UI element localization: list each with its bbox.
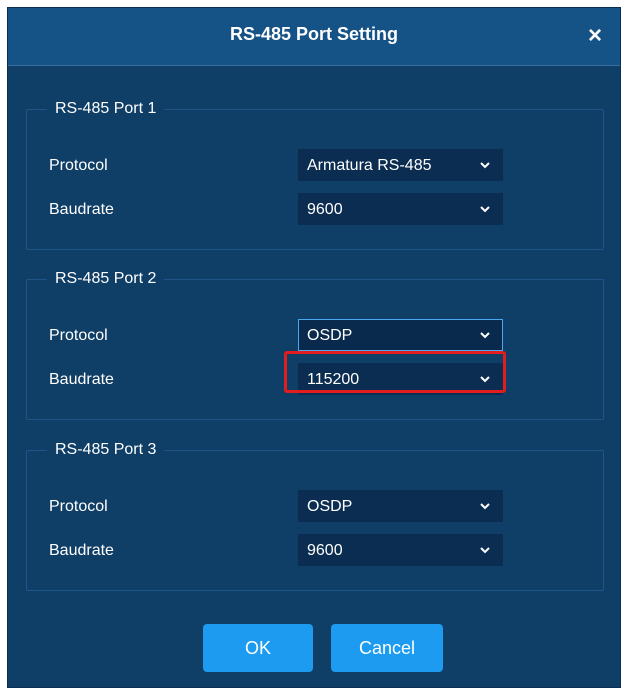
port-1-protocol-select[interactable]: Armatura RS-485	[298, 149, 503, 181]
port-3-baudrate-value: 9600	[307, 542, 343, 559]
port-3-protocol-label: Protocol	[49, 498, 108, 515]
port-1-protocol-row: Protocol Armatura RS-485	[27, 149, 603, 183]
port-2-baudrate-label: Baudrate	[49, 371, 114, 388]
port-3-baudrate-label: Baudrate	[49, 542, 114, 559]
port-3-protocol-row: Protocol OSDP	[27, 490, 603, 524]
port-1-baudrate-value: 9600	[307, 201, 343, 218]
port-2-baudrate-select[interactable]: 115200	[298, 363, 503, 395]
port-1-protocol-value: Armatura RS-485	[307, 157, 432, 174]
port-3-legend: RS-485 Port 3	[55, 441, 157, 458]
ok-button[interactable]: OK	[203, 624, 313, 672]
port-3-baudrate-row: Baudrate 9600	[27, 534, 603, 568]
port-1-legend: RS-485 Port 1	[55, 100, 157, 117]
port-2-group: RS-485 Port 2 Protocol OSDP Baudrate 115…	[26, 270, 604, 420]
port-2-protocol-label: Protocol	[49, 327, 108, 344]
cancel-button[interactable]: Cancel	[331, 624, 443, 672]
port-3-group: RS-485 Port 3 Protocol OSDP Baudrate 960…	[26, 441, 604, 591]
port-1-baudrate-label: Baudrate	[49, 201, 114, 218]
rs485-port-setting-dialog: RS-485 Port Setting × RS-485 Port 1 Prot…	[7, 7, 621, 688]
port-1-baudrate-select[interactable]: 9600	[298, 193, 503, 225]
port-1-group: RS-485 Port 1 Protocol Armatura RS-485 B…	[26, 100, 604, 250]
chevron-down-icon	[480, 547, 490, 554]
chevron-down-icon	[480, 206, 490, 213]
chevron-down-icon	[480, 376, 490, 383]
dialog-title: RS-485 Port Setting	[229, 24, 399, 44]
dialog-titlebar: RS-485 Port Setting ×	[8, 8, 620, 66]
port-2-protocol-value: OSDP	[307, 327, 353, 344]
port-2-baudrate-row: Baudrate 115200	[27, 363, 603, 397]
port-3-protocol-select[interactable]: OSDP	[298, 490, 503, 522]
port-2-legend: RS-485 Port 2	[55, 270, 157, 287]
port-3-baudrate-select[interactable]: 9600	[298, 534, 503, 566]
port-2-baudrate-value: 115200	[307, 371, 360, 388]
chevron-down-icon	[480, 162, 490, 169]
port-3-protocol-value: OSDP	[307, 498, 353, 515]
port-2-protocol-select[interactable]: OSDP	[298, 319, 503, 351]
chevron-down-icon	[480, 332, 490, 339]
port-1-protocol-label: Protocol	[49, 157, 108, 174]
port-1-baudrate-row: Baudrate 9600	[27, 193, 603, 227]
close-icon[interactable]: ×	[584, 24, 606, 48]
chevron-down-icon	[480, 503, 490, 510]
port-2-protocol-row: Protocol OSDP	[27, 319, 603, 353]
